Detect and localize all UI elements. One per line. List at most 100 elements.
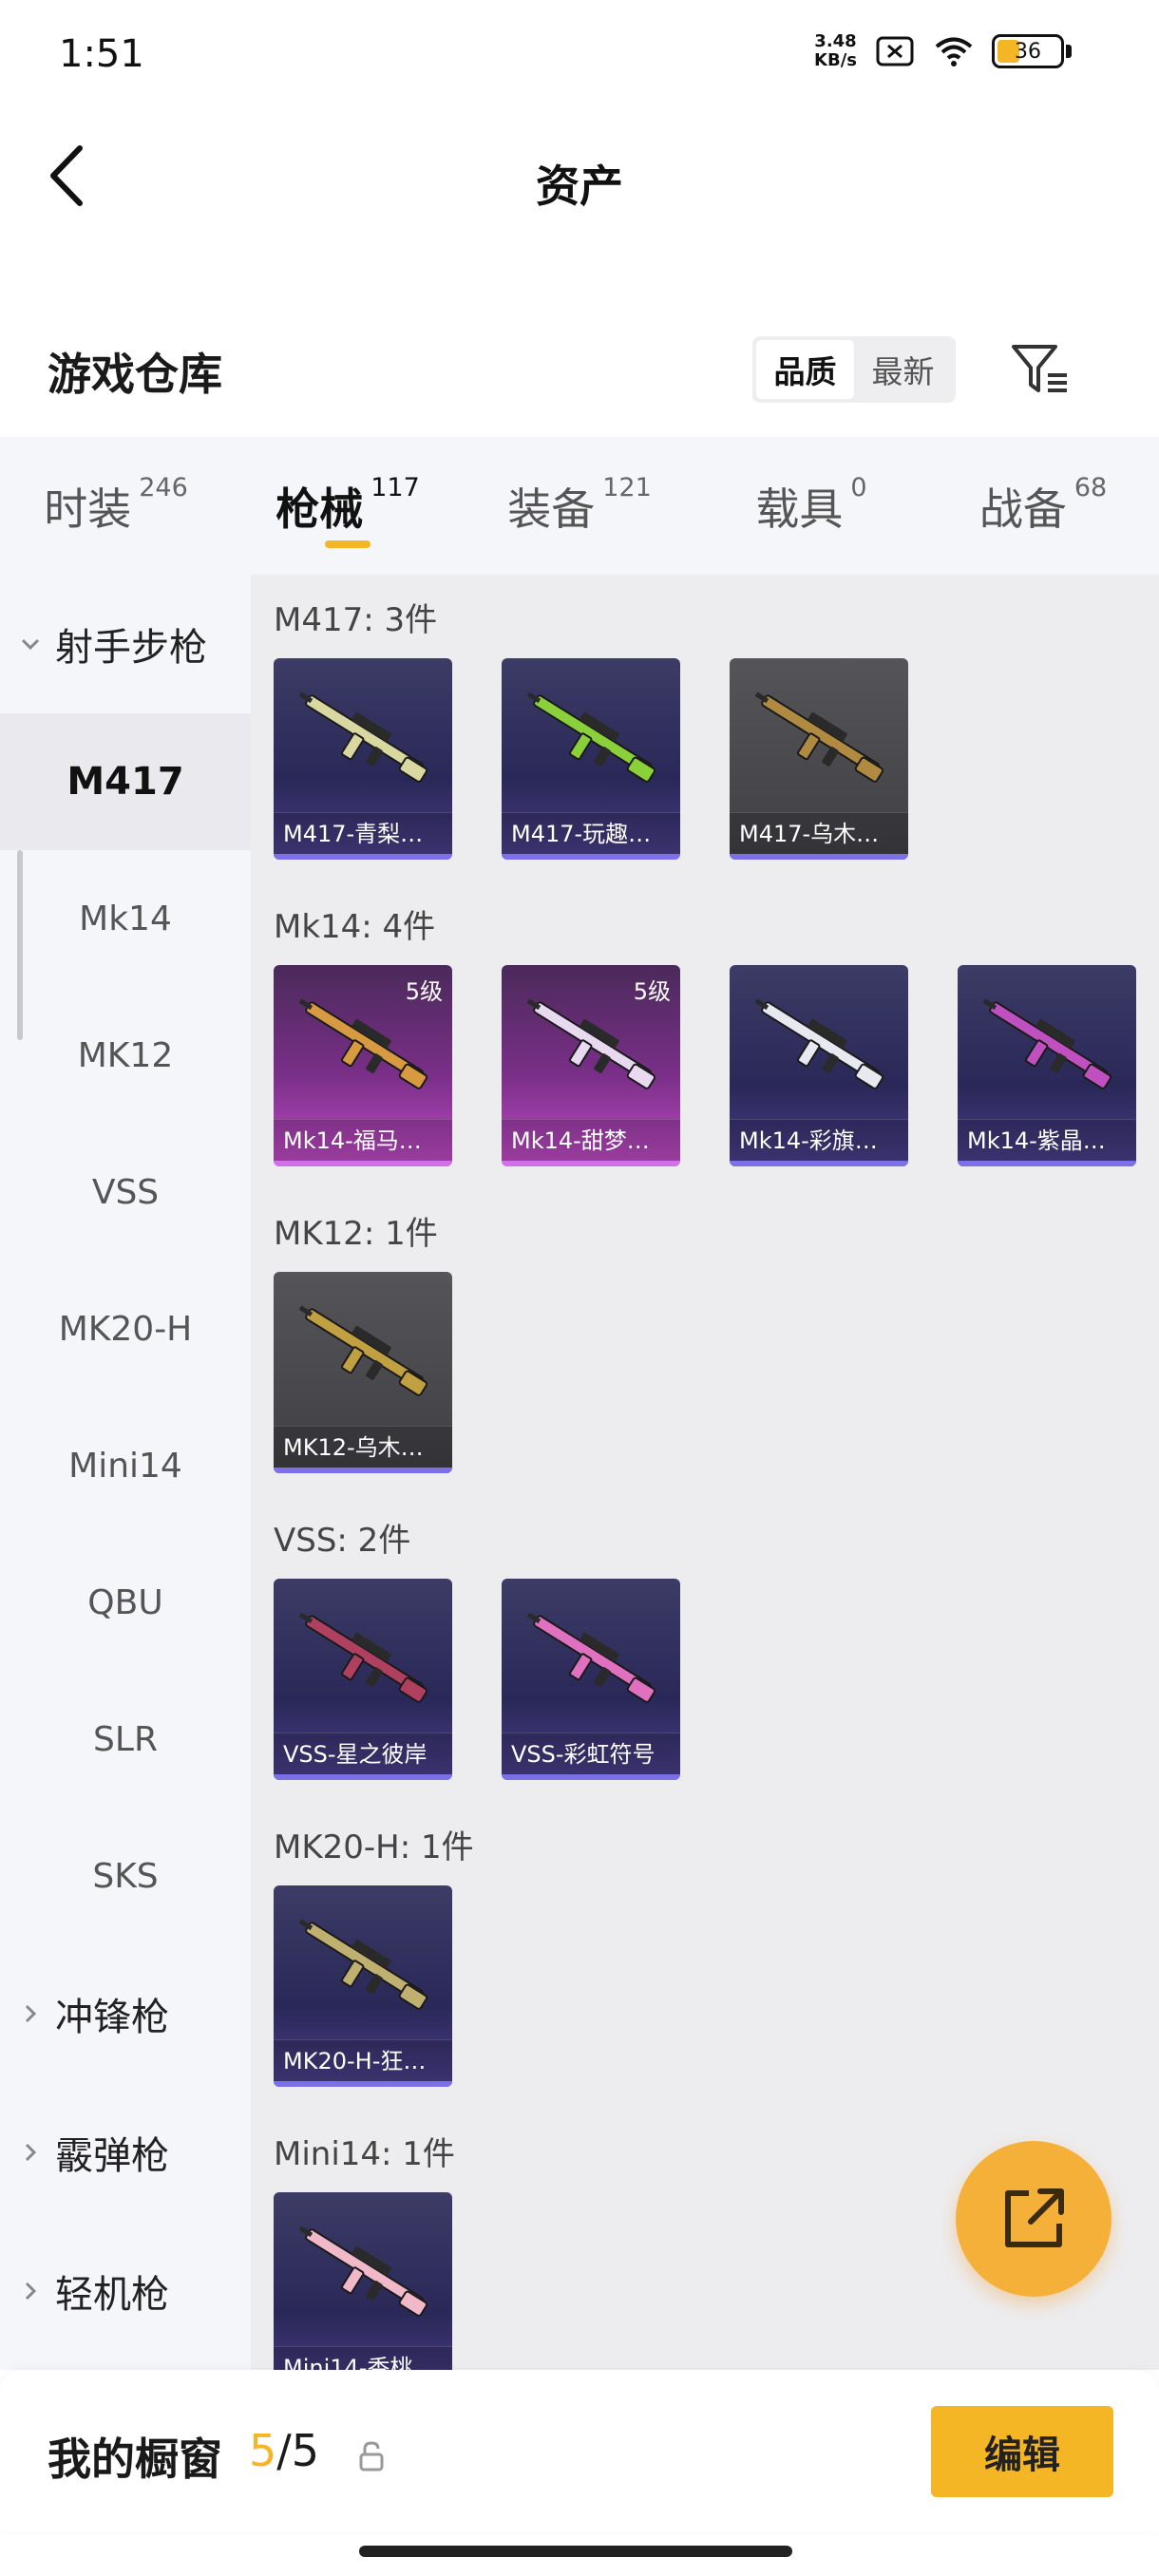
item-name: VSS-星之彼岸 [274,1733,452,1774]
item-card[interactable]: Mk14-紫晶… [958,965,1136,1166]
rarity-stripe [958,1161,1136,1166]
tab-0[interactable]: 时装 246 [0,437,232,575]
rifle-icon [754,998,884,1089]
rarity-stripe [274,1774,452,1780]
net-speed: 3.48 KB/s [814,32,857,70]
rifle-icon [298,691,428,783]
item-card[interactable]: VSS-彩虹符号 [502,1579,680,1780]
sidebar-group-collapsed[interactable]: 冲锋枪 [0,1944,251,2083]
warehouse-bar: 游戏仓库 品质 最新 [0,304,1159,437]
rarity-stripe [730,1161,908,1166]
item-card[interactable]: 5级 Mk14-甜梦… [502,965,680,1166]
sidebar-group-expanded[interactable]: 射手步枪 [0,575,251,713]
filter-button[interactable] [1007,336,1074,403]
sim-off-icon [876,36,914,66]
sidebar-item[interactable]: MK12 [0,987,251,1124]
sidebar-item[interactable]: MK20-H [0,1260,251,1397]
category-tabs: 时装 246 枪械 117 装备 121 载具 0 战备 68 [0,437,1159,575]
tab-label: 装备 [507,483,596,535]
external-share-icon [1005,2188,1064,2247]
tab-2[interactable]: 装备 121 [464,437,695,575]
rarity-stripe [502,1161,680,1166]
showcase-current: 5 [249,2425,277,2476]
item-name: Mk14-彩旗… [730,1119,908,1161]
sort-quality-button[interactable]: 品质 [756,340,854,399]
rarity-stripe [274,1161,452,1166]
rarity-stripe [502,854,680,860]
item-card[interactable]: MK12-乌木… [274,1272,452,1473]
tab-count: 121 [602,473,652,502]
section-title: MK12: 1件 [274,1215,438,1253]
item-name: MK12-乌木… [274,1426,452,1468]
showcase-title: 我的橱窗 [48,2434,222,2485]
net-speed-value: 3.48 [814,31,857,51]
item-name: M417-青梨… [274,812,452,854]
status-icons: 3.48 KB/s 36 [814,32,1072,70]
item-card[interactable]: VSS-星之彼岸 [274,1579,452,1780]
item-name: M417-玩趣… [502,812,680,854]
item-card[interactable]: M417-青梨… [274,658,452,860]
sidebar-group-label: 射手步枪 [55,626,207,670]
item-name: Mk14-紫晶… [958,1119,1136,1161]
lock-icon [359,2441,384,2472]
edit-button[interactable]: 编辑 [931,2406,1113,2497]
item-grid: M417: 3件 M417-青梨… M417-玩趣… M417-乌木… Mk14: 4件… [251,575,1159,2370]
page-title: 资产 [536,161,623,212]
sidebar-scrollbar[interactable] [17,850,23,1040]
item-card[interactable]: Mini14-香桃… [274,2192,452,2370]
showcase-total: /5 [276,2425,320,2476]
item-card[interactable]: MK20-H-狂… [274,1885,452,2087]
tab-label: 时装 [44,483,132,535]
rifle-icon [754,691,884,783]
active-tab-indicator [325,540,370,548]
sidebar-group-collapsed[interactable]: 霰弹枪 [0,2083,251,2222]
item-level: 5级 [633,978,671,1005]
item-card[interactable]: 5级 Mk14-福马… [274,965,452,1166]
item-name: VSS-彩虹符号 [502,1733,680,1774]
rarity-stripe [502,1774,680,1780]
tab-count: 68 [1074,473,1108,502]
section-title: VSS: 2件 [274,1522,411,1560]
item-card[interactable]: M417-乌木… [730,658,908,860]
sidebar-item[interactable]: SLR [0,1671,251,1808]
sort-toggle: 品质 最新 [752,336,956,403]
rifle-icon [526,1612,656,1703]
tab-1[interactable]: 枪械 117 [232,437,464,575]
wifi-icon [935,37,973,66]
share-fab[interactable] [956,2141,1112,2297]
tab-3[interactable]: 载具 0 [695,437,927,575]
section-title: Mk14: 4件 [274,908,436,946]
item-name: Mk14-福马… [274,1119,452,1161]
sidebar-item[interactable]: Mk14 [0,850,251,987]
status-time: 1:51 [59,32,144,76]
sidebar-group-label: 霰弹枪 [55,2134,169,2178]
tab-count: 0 [850,473,867,502]
item-card[interactable]: M417-玩趣… [502,658,680,860]
chevron-right-icon [19,2141,42,2164]
sidebar-item[interactable]: SKS [0,1808,251,1944]
sidebar-group-label: 轻机枪 [55,2273,169,2317]
sidebar: 射手步枪 M417 Mk14 MK12 VSS MK20-H Mini14 QBU SLR SKS… [0,575,251,2370]
sidebar-item[interactable]: M417 [0,713,251,850]
tab-4[interactable]: 战备 68 [927,437,1159,575]
item-name: M417-乌木… [730,812,908,854]
item-card[interactable]: Mk14-彩旗… [730,965,908,1166]
sidebar-item[interactable]: VSS [0,1124,251,1260]
rarity-stripe [274,2081,452,2087]
sidebar-item[interactable]: Mini14 [0,1397,251,1534]
tab-label: 载具 [755,483,844,535]
chevron-down-icon [19,633,42,655]
section-title: MK20-H: 1件 [274,1828,474,1866]
showcase-count: 5/5 [249,2425,319,2476]
item-name: MK20-H-狂… [274,2039,452,2081]
item-name: Mk14-甜梦… [502,1119,680,1161]
sidebar-group-label: 冲锋枪 [55,1996,169,2039]
net-speed-unit: KB/s [814,50,857,70]
battery-icon: 36 [992,34,1064,68]
sidebar-item[interactable]: QBU [0,1534,251,1671]
sort-newest-button[interactable]: 最新 [854,340,952,399]
item-level: 5级 [405,978,443,1005]
sidebar-group-collapsed[interactable]: 轻机枪 [0,2222,251,2360]
tab-count: 117 [370,473,420,502]
rarity-stripe [274,854,452,860]
